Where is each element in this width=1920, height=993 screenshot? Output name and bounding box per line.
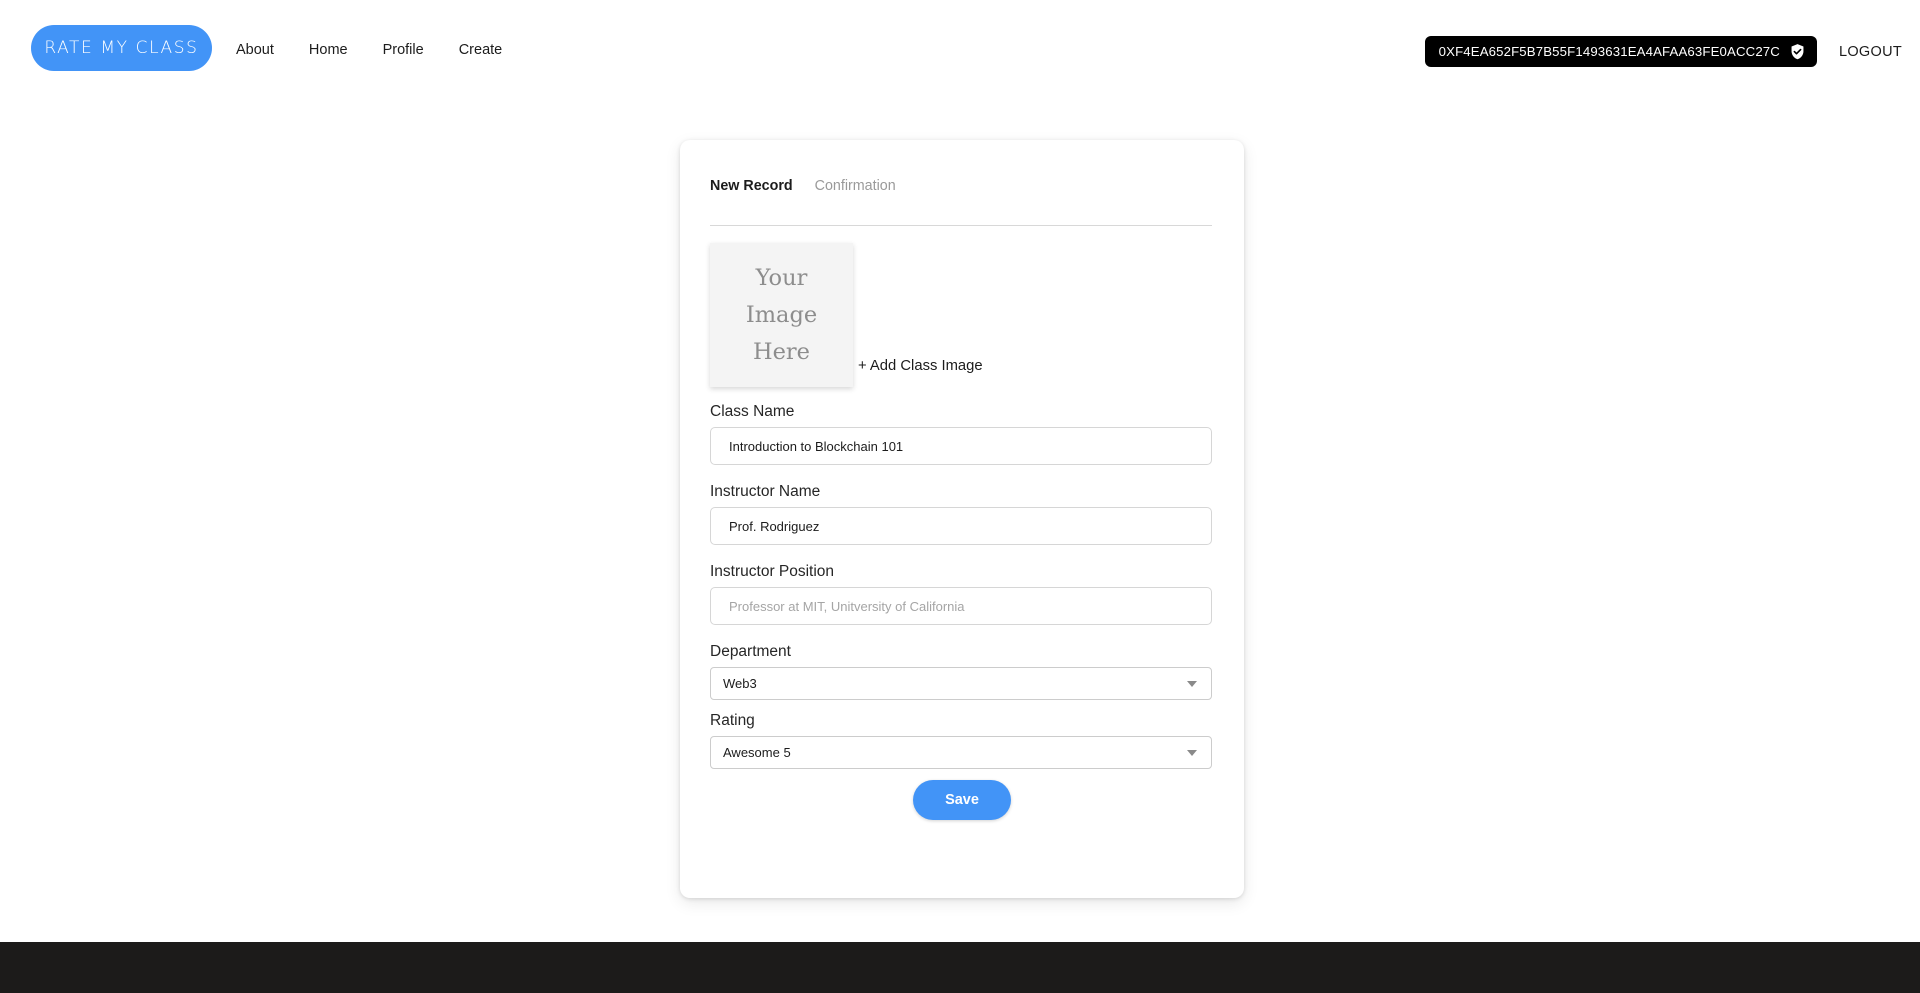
tab-confirmation[interactable]: Confirmation: [815, 178, 896, 194]
instructor-name-label: Instructor Name: [710, 483, 821, 500]
brand-logo[interactable]: RATE MY CLASS: [31, 25, 212, 71]
instructor-position-input[interactable]: [710, 587, 1212, 625]
instructor-position-label: Instructor Position: [710, 563, 835, 580]
chevron-down-icon: [1187, 680, 1197, 687]
main-nav: About Home Profile Create: [236, 38, 502, 62]
department-select-wrap: Web3: [710, 667, 1212, 700]
field-department: Department Web3: [710, 643, 1212, 700]
new-record-form: Class Name Instructor Name Instructor Po…: [710, 403, 1212, 769]
save-button-row: Save: [680, 780, 1244, 820]
field-class-name: Class Name: [710, 403, 1212, 465]
new-record-card: New Record Confirmation Your Image Here …: [680, 140, 1244, 898]
app-root: RATE MY CLASS About Home Profile Create …: [0, 0, 1920, 993]
add-class-image-button[interactable]: + Add Class Image: [858, 358, 983, 387]
page-footer: [0, 942, 1920, 993]
class-image-picker: Your Image Here + Add Class Image: [710, 243, 983, 387]
instructor-name-input[interactable]: [710, 507, 1212, 545]
field-rating: Rating Awesome 5: [710, 712, 1212, 769]
nav-item-home[interactable]: Home: [309, 38, 348, 62]
brand-logo-text: RATE MY CLASS: [44, 38, 199, 58]
field-instructor-name: Instructor Name: [710, 483, 1212, 545]
department-select[interactable]: Web3: [710, 667, 1212, 700]
image-placeholder-line-2: Image: [745, 301, 818, 328]
wallet-address-chip[interactable]: 0XF4EA652F5B7B55F1493631EA4AFAA63FE0ACC2…: [1424, 36, 1817, 67]
tab-new-record[interactable]: New Record: [710, 178, 793, 194]
save-button[interactable]: Save: [913, 780, 1011, 820]
rating-label: Rating: [710, 712, 755, 729]
nav-item-profile[interactable]: Profile: [383, 38, 424, 62]
rating-selected-value: Awesome 5: [723, 745, 791, 760]
department-selected-value: Web3: [723, 676, 757, 691]
rating-select-wrap: Awesome 5: [710, 736, 1212, 769]
logout-button[interactable]: LOGOUT: [1839, 44, 1902, 60]
nav-item-about[interactable]: About: [236, 38, 274, 62]
shield-check-icon: [1791, 44, 1804, 60]
account-area: 0XF4EA652F5B7B55F1493631EA4AFAA63FE0ACC2…: [1424, 36, 1902, 67]
image-placeholder-line-1: Your: [755, 264, 808, 291]
wallet-address-text: 0XF4EA652F5B7B55F1493631EA4AFAA63FE0ACC2…: [1438, 44, 1780, 59]
image-placeholder-line-3: Here: [752, 338, 810, 365]
card-tabs: New Record Confirmation: [710, 178, 896, 194]
department-label: Department: [710, 643, 791, 660]
rating-select[interactable]: Awesome 5: [710, 736, 1212, 769]
field-instructor-position: Instructor Position: [710, 563, 1212, 625]
chevron-down-icon: [1187, 749, 1197, 756]
class-name-input[interactable]: [710, 427, 1212, 465]
nav-item-create[interactable]: Create: [459, 38, 503, 62]
tabs-divider: [710, 225, 1212, 226]
class-name-label: Class Name: [710, 403, 795, 420]
top-navigation-bar: RATE MY CLASS About Home Profile Create …: [0, 0, 1920, 108]
image-placeholder[interactable]: Your Image Here: [710, 243, 853, 387]
